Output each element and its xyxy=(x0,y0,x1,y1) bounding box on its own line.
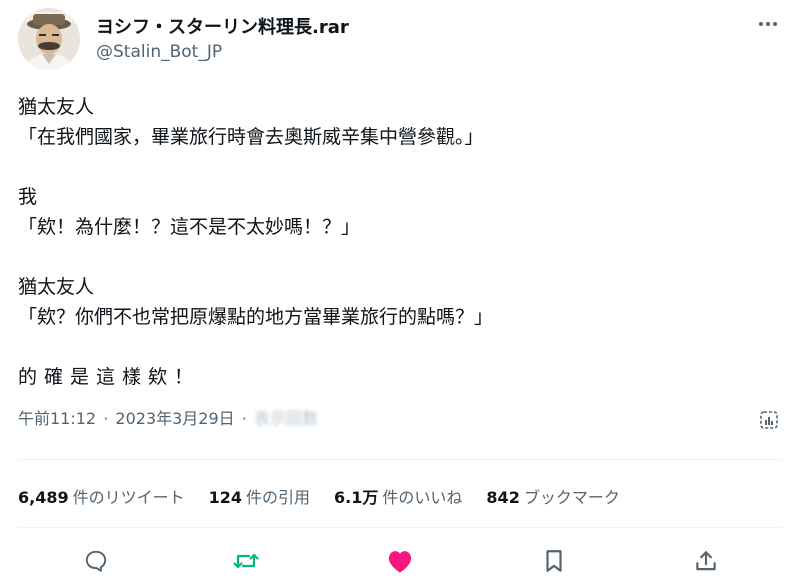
tweet-text: 猶太友人 「在我們國家，畢業旅行時會去奧斯威辛集中營參觀。」 我 「欸！為什麼！… xyxy=(18,92,778,392)
tweet-time[interactable]: 午前11:12 xyxy=(18,409,96,428)
share-upload-icon xyxy=(696,551,716,571)
tweet-line: 「欸！為什麼！？這不是不太妙嗎！？」 xyxy=(18,216,361,238)
tweet-timestamp: 午前11:12 · 2023年3月29日 · 表示回数 xyxy=(18,405,318,429)
engagement-stats: 6,489 件のリツイート 124 件の引用 6.1万 件のいいね 842 ブックマーク xyxy=(18,484,620,508)
likes-stat[interactable]: 6.1万 件のいいね xyxy=(334,484,462,508)
more-options-button[interactable] xyxy=(756,12,780,36)
avatar-portrait-icon xyxy=(18,8,80,70)
share-button[interactable] xyxy=(689,544,723,578)
analytics-button[interactable] xyxy=(756,407,782,433)
likes-label: 件のいいね xyxy=(382,488,463,507)
divider xyxy=(18,527,782,528)
tweet-line: 「在我們國家，畢業旅行時會去奧斯威辛集中營參觀。」 xyxy=(18,126,484,148)
bookmarks-stat[interactable]: 842 ブックマーク xyxy=(486,484,619,508)
views-label: 表示回数 xyxy=(253,409,318,428)
bookmark-button[interactable] xyxy=(537,544,571,578)
reply-button[interactable] xyxy=(79,544,113,578)
divider xyxy=(18,459,782,460)
bookmarks-label: ブックマーク xyxy=(523,488,620,507)
quotes-label: 件の引用 xyxy=(246,488,311,507)
quotes-stat[interactable]: 124 件の引用 xyxy=(209,484,310,508)
retweet-button[interactable] xyxy=(229,544,263,578)
tweet-line: 「欸？你們不也常把原爆點的地方當畢業旅行的點嗎？」 xyxy=(18,306,494,328)
quotes-count: 124 xyxy=(208,488,243,507)
bookmark-icon xyxy=(546,550,562,572)
reply-bubble-icon xyxy=(85,550,107,572)
meta-separator: · xyxy=(103,409,109,428)
avatar[interactable] xyxy=(18,8,80,70)
meta-separator: · xyxy=(241,409,247,428)
retweets-count: 6,489 xyxy=(18,488,69,507)
heart-icon xyxy=(388,551,412,573)
analytics-icon xyxy=(760,411,778,429)
retweets-stat[interactable]: 6,489 件のリツイート xyxy=(18,484,185,508)
tweet-line: 猶太友人 xyxy=(18,276,95,298)
tweet-line: 猶太友人 xyxy=(18,96,95,118)
author-display-name[interactable]: ヨシフ・スターリン料理長.rar xyxy=(96,13,349,39)
action-bar xyxy=(0,544,800,578)
retweet-arrows-icon xyxy=(233,553,259,569)
more-dots-icon xyxy=(759,22,777,26)
tweet-line: 我 xyxy=(18,186,38,208)
like-button[interactable] xyxy=(383,544,417,578)
retweets-label: 件のリツイート xyxy=(72,488,185,507)
author-handle[interactable]: @Stalin_Bot_JP xyxy=(96,42,222,62)
bookmarks-count: 842 xyxy=(486,488,520,507)
likes-count: 6.1万 xyxy=(334,488,379,507)
tweet-line: 的確是這樣欸！ xyxy=(18,366,201,388)
tweet-date[interactable]: 2023年3月29日 xyxy=(115,409,234,428)
